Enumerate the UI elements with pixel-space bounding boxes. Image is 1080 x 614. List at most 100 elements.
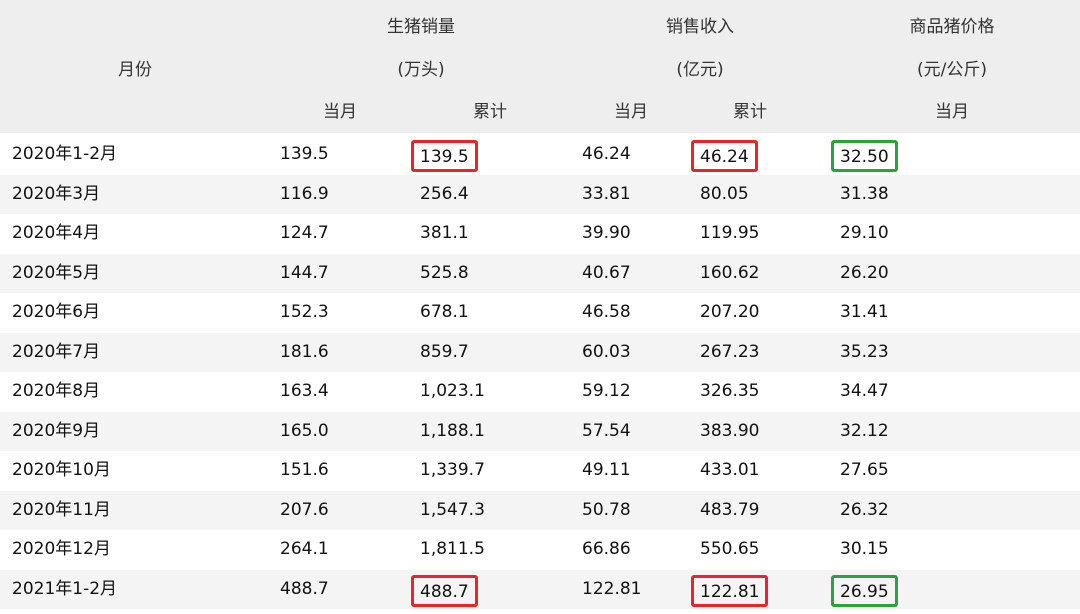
header-volume-cumulative: 累计 — [473, 102, 507, 122]
cell-revenue-current: 66.86 — [582, 539, 631, 559]
cell-revenue-cumulative: 326.35 — [700, 381, 760, 401]
cell-volume-cumulative: 139.5 — [411, 135, 478, 174]
header-revenue-cumulative: 累计 — [733, 102, 767, 122]
cell-volume-cumulative: 678.1 — [420, 302, 469, 322]
cell-volume-current: 163.4 — [280, 381, 329, 401]
cell-volume-current: 165.0 — [280, 420, 329, 441]
highlight-box-red: 46.24 — [691, 140, 758, 172]
cell-price-current: 29.10 — [840, 223, 889, 243]
cell-price-current: 26.32 — [840, 499, 889, 520]
cell-month: 2020年1-2月 — [12, 144, 118, 164]
table-row: 2020年6月 152.3 678.1 46.58 207.20 31.41 — [0, 293, 1080, 332]
header-price-current: 当月 — [935, 102, 969, 122]
cell-revenue-current: 50.78 — [582, 499, 631, 520]
cell-volume-cumulative: 488.7 — [411, 570, 478, 609]
cell-price-current: 26.95 — [831, 570, 898, 609]
cell-volume-current: 152.3 — [280, 302, 329, 322]
cell-volume-current: 144.7 — [280, 262, 329, 283]
header-revenue: 销售收入 — [666, 17, 734, 37]
cell-month: 2020年8月 — [12, 381, 101, 401]
cell-volume-cumulative: 1,339.7 — [420, 460, 485, 480]
table-row: 2020年8月 163.4 1,023.1 59.12 326.35 34.47 — [0, 372, 1080, 411]
table-row: 2020年12月 264.1 1,811.5 66.86 550.65 30.15 — [0, 530, 1080, 569]
cell-volume-current: 151.6 — [280, 460, 329, 480]
cell-month: 2020年3月 — [12, 183, 101, 204]
cell-revenue-current: 40.67 — [582, 262, 631, 283]
cell-revenue-current: 33.81 — [582, 183, 631, 204]
cell-volume-current: 488.7 — [280, 578, 329, 599]
cell-volume-current: 264.1 — [280, 539, 329, 559]
cell-revenue-cumulative: 119.95 — [700, 223, 760, 243]
cell-volume-cumulative: 256.4 — [420, 183, 469, 204]
cell-revenue-current: 46.24 — [582, 144, 631, 164]
table-row: 2020年7月 181.6 859.7 60.03 267.23 35.23 — [0, 332, 1080, 372]
cell-price-current: 32.50 — [831, 135, 898, 174]
cell-revenue-current: 39.90 — [582, 223, 631, 243]
cell-month: 2020年12月 — [12, 539, 111, 559]
cell-volume-cumulative: 1,023.1 — [420, 381, 485, 401]
cell-price-current: 31.38 — [840, 183, 889, 204]
cell-price-current: 27.65 — [840, 460, 889, 480]
cell-revenue-cumulative: 267.23 — [700, 341, 760, 362]
cell-volume-cumulative: 381.1 — [420, 223, 469, 243]
cell-volume-current: 139.5 — [280, 144, 329, 164]
cell-month: 2020年5月 — [12, 262, 101, 283]
table-row: 2020年11月 207.6 1,547.3 50.78 483.79 26.32 — [0, 490, 1080, 530]
cell-month: 2020年7月 — [12, 341, 101, 362]
cell-month: 2020年10月 — [12, 460, 111, 480]
cell-revenue-cumulative: 483.79 — [700, 499, 760, 520]
table-row: 2020年9月 165.0 1,188.1 57.54 383.90 32.12 — [0, 411, 1080, 451]
header-revenue-unit: (亿元) — [676, 60, 724, 80]
cell-revenue-cumulative: 80.05 — [700, 183, 749, 204]
cell-price-current: 35.23 — [840, 341, 889, 362]
table-row: 2020年10月 151.6 1,339.7 49.11 433.01 27.65 — [0, 451, 1080, 490]
table-row: 2020年1-2月 139.5 139.5 46.24 46.24 32.50 — [0, 135, 1080, 174]
cell-price-current: 32.12 — [840, 420, 889, 441]
cell-month: 2020年9月 — [12, 420, 101, 441]
header-price-unit: (元/公斤) — [917, 60, 987, 80]
cell-volume-cumulative: 859.7 — [420, 341, 469, 362]
cell-volume-cumulative: 1,188.1 — [420, 420, 485, 441]
cell-revenue-current: 60.03 — [582, 341, 631, 362]
table-row: 2020年5月 144.7 525.8 40.67 160.62 26.20 — [0, 253, 1080, 293]
cell-revenue-cumulative: 46.24 — [691, 135, 758, 174]
highlight-box-green: 26.95 — [831, 574, 898, 607]
table-row: 2020年4月 124.7 381.1 39.90 119.95 29.10 — [0, 214, 1080, 253]
cell-revenue-cumulative: 207.20 — [700, 302, 760, 322]
cell-volume-cumulative: 1,811.5 — [420, 539, 485, 559]
cell-price-current: 31.41 — [840, 302, 889, 322]
cell-volume-cumulative: 1,547.3 — [420, 499, 485, 520]
cell-revenue-current: 49.11 — [582, 460, 631, 480]
cell-month: 2020年6月 — [12, 302, 101, 322]
cell-revenue-current: 59.12 — [582, 381, 631, 401]
cell-price-current: 34.47 — [840, 381, 889, 401]
cell-revenue-cumulative: 550.65 — [700, 539, 760, 559]
header-sales-volume: 生猪销量 — [387, 17, 455, 37]
table-row: 2021年1-2月 488.7 488.7 122.81 122.81 26.95 — [0, 569, 1080, 609]
header-volume-current: 当月 — [323, 102, 357, 122]
highlight-box-green: 32.50 — [831, 140, 898, 172]
cell-volume-current: 207.6 — [280, 499, 329, 520]
cell-price-current: 30.15 — [840, 539, 889, 559]
table-row: 2020年3月 116.9 256.4 33.81 80.05 31.38 — [0, 174, 1080, 214]
cell-revenue-cumulative: 160.62 — [700, 262, 760, 283]
header-sales-volume-unit: (万头) — [397, 60, 445, 80]
header-revenue-current: 当月 — [614, 102, 648, 122]
cell-volume-current: 124.7 — [280, 223, 329, 243]
header-month: 月份 — [118, 60, 152, 80]
highlight-box-red: 122.81 — [691, 574, 769, 607]
cell-month: 2020年4月 — [12, 223, 101, 243]
cell-month: 2020年11月 — [12, 499, 111, 520]
cell-volume-current: 116.9 — [280, 183, 329, 204]
table-header: 月份 生猪销量 (万头) 销售收入 (亿元) 商品猪价格 (元/公斤) 当月 累… — [0, 0, 1080, 133]
cell-month: 2021年1-2月 — [12, 578, 118, 599]
header-price: 商品猪价格 — [909, 17, 995, 37]
cell-revenue-cumulative: 383.90 — [700, 420, 760, 441]
highlight-box-red: 139.5 — [411, 140, 478, 172]
sales-table: 月份 生猪销量 (万头) 销售收入 (亿元) 商品猪价格 (元/公斤) 当月 累… — [0, 0, 1080, 614]
cell-revenue-current: 46.58 — [582, 302, 631, 322]
cell-volume-current: 181.6 — [280, 341, 329, 362]
cell-revenue-current: 57.54 — [582, 420, 631, 441]
cell-revenue-cumulative: 122.81 — [691, 570, 769, 609]
cell-revenue-cumulative: 433.01 — [700, 460, 760, 480]
